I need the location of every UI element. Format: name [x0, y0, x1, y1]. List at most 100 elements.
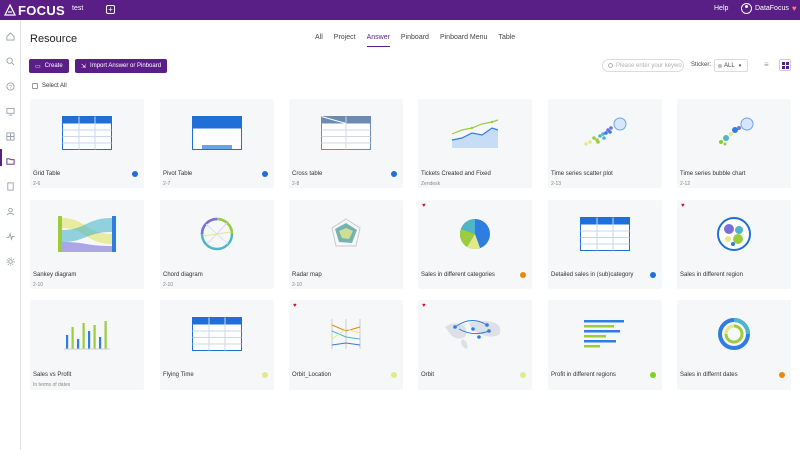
svg-text:?: ? — [9, 85, 12, 91]
card-thumbnail — [677, 200, 791, 268]
app-logo[interactable]: FOCUS — [4, 2, 65, 18]
card-thumbnail — [30, 300, 144, 368]
heart-icon: ♥ — [791, 4, 797, 13]
answer-card[interactable]: Pivot Table 2-7 — [160, 99, 274, 188]
answer-card[interactable]: Cross table 2-8 — [289, 99, 403, 188]
card-title: Sales in different categories — [421, 272, 495, 278]
answer-card[interactable]: Detailed sales in (sub)category — [548, 200, 662, 289]
resource-tabs: All Project Answer Pinboard Pinboard Men… — [315, 33, 526, 47]
select-all-label: Select All — [42, 83, 67, 89]
card-thumbnail — [160, 200, 274, 268]
app-logo-text: FOCUS — [18, 2, 65, 18]
favorite-heart-icon[interactable]: ♥ — [681, 203, 685, 209]
tab-answer[interactable]: Answer — [366, 33, 390, 47]
tab-table[interactable]: Table — [498, 33, 515, 47]
settings-icon[interactable] — [6, 253, 15, 266]
user-icon[interactable] — [6, 203, 15, 216]
answer-card[interactable]: Tickets Created and Fixed Zendesk — [418, 99, 532, 188]
sticker-dot-icon — [779, 372, 785, 378]
sticker-dot-icon — [650, 372, 656, 378]
card-title: Time series bubble chart — [680, 171, 746, 177]
card-title: Sales in different region — [680, 272, 743, 278]
home-icon[interactable] — [6, 28, 15, 41]
answer-card[interactable]: ♥ Sales in different region — [677, 200, 791, 289]
top-bar: FOCUS test + Help DataFocus ♥ — [0, 0, 800, 20]
grid-icon[interactable] — [6, 128, 15, 141]
card-subtitle: 2-10 — [33, 282, 44, 288]
sticker-value: ALL — [724, 62, 735, 69]
card-thumbnail — [289, 200, 403, 268]
card-thumbnail — [289, 300, 403, 368]
sticker-label: Sticker: — [691, 62, 712, 68]
answer-card[interactable]: Flying Time — [160, 300, 274, 390]
help-link[interactable]: Help — [714, 5, 728, 12]
card-title: Profit in different regions — [551, 372, 616, 378]
sticker-color-icon — [718, 63, 722, 68]
favorite-heart-icon[interactable]: ♥ — [293, 303, 297, 309]
card-title: Orbit_Location — [292, 372, 332, 378]
card-title: Flying Time — [163, 372, 194, 378]
card-title: Tickets Created and Fixed — [421, 171, 491, 177]
chevron-down-icon: ▾ — [738, 62, 742, 69]
answer-card[interactable]: Time series scatter plot 2-13 — [548, 99, 662, 188]
answer-card[interactable]: Grid Table 2-6 — [30, 99, 144, 188]
card-thumbnail — [418, 300, 532, 368]
card-title: Sankey diagram — [33, 272, 77, 278]
card-subtitle: 2-13 — [551, 181, 562, 187]
create-button[interactable]: ▭ Create — [29, 59, 69, 73]
answer-card[interactable]: Sankey diagram 2-10 — [30, 200, 144, 289]
tab-project[interactable]: Project — [334, 33, 356, 47]
workspace-tab[interactable]: test — [72, 5, 83, 12]
sticker-dot-icon — [262, 171, 268, 177]
answer-card[interactable]: Time series bubble chart 2-12 — [677, 99, 791, 188]
cross-table-thumbnail — [321, 116, 371, 150]
sticker-dot-icon — [132, 171, 138, 177]
search-icon[interactable] — [6, 53, 15, 66]
answer-card[interactable]: ♥ Orbit — [418, 300, 532, 390]
chord-thumbnail — [200, 217, 234, 251]
answer-card[interactable]: Sales vs Profit In terms of dates — [30, 300, 144, 390]
help-icon[interactable]: ? — [6, 78, 15, 91]
monitor-icon[interactable] — [6, 103, 15, 116]
pulse-icon[interactable] — [6, 228, 15, 241]
bookmark-icon[interactable] — [6, 178, 15, 191]
card-thumbnail — [160, 300, 274, 368]
sticker-select[interactable]: ALL ▾ — [714, 59, 748, 72]
card-title: Grid Table — [33, 171, 61, 177]
list-view-icon[interactable]: ≡ — [764, 61, 773, 70]
answer-card[interactable]: Sales in differnt dates — [677, 300, 791, 390]
sticker-dot-icon — [520, 272, 526, 278]
favorite-heart-icon[interactable]: ♥ — [422, 303, 426, 309]
user-menu[interactable]: DataFocus ♥ — [741, 3, 797, 14]
favorite-heart-icon[interactable]: ♥ — [422, 203, 426, 209]
table-thumbnail — [192, 317, 242, 351]
sidebar: ? — [0, 20, 21, 450]
card-subtitle: In terms of dates — [33, 382, 71, 388]
answer-card[interactable]: Chord diagram 2-10 — [160, 200, 274, 289]
search-placeholder: Please enter your keywo — [616, 62, 682, 69]
radar-thumbnail — [331, 218, 361, 247]
answer-card[interactable]: ♥ Orbit_Location — [289, 300, 403, 390]
pivot-thumbnail — [192, 116, 242, 150]
select-all-checkbox[interactable]: Select All — [32, 83, 67, 89]
tab-pinboard-menu[interactable]: Pinboard Menu — [440, 33, 487, 47]
import-button[interactable]: ⇲ Import Answer or Pinboard — [75, 59, 168, 73]
answer-card[interactable]: Profit in different regions — [548, 300, 662, 390]
folder-icon[interactable] — [0, 149, 15, 166]
bubble-thumbnail — [719, 117, 754, 146]
avatar-icon — [741, 3, 752, 14]
card-thumbnail — [548, 99, 662, 167]
add-tab-icon[interactable]: + — [106, 5, 115, 14]
tab-all[interactable]: All — [315, 33, 323, 47]
card-subtitle: Zendesk — [421, 181, 441, 187]
answer-card[interactable]: ♥ Sales in different categories — [418, 200, 532, 289]
search-input[interactable]: Please enter your keywo — [602, 59, 684, 72]
card-thumbnail — [289, 99, 403, 167]
grid-view-icon[interactable] — [779, 59, 791, 71]
checkbox-icon — [32, 83, 38, 89]
folder-add-icon: ▭ — [35, 63, 41, 70]
card-thumbnail — [677, 99, 791, 167]
answer-card[interactable]: Radar map 2-10 — [289, 200, 403, 289]
card-title: Time series scatter plot — [551, 171, 613, 177]
tab-pinboard[interactable]: Pinboard — [401, 33, 429, 47]
